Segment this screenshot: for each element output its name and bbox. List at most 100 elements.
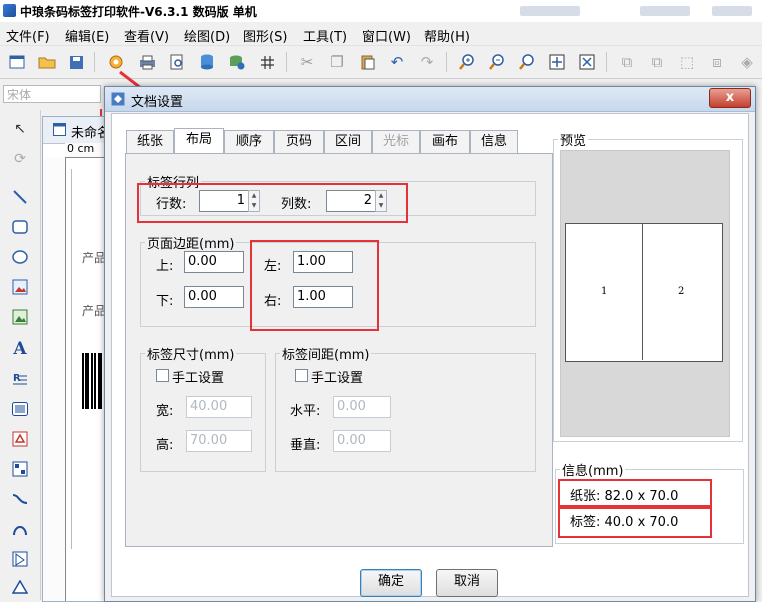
lock-icon[interactable]: ⧈ bbox=[706, 51, 728, 73]
dialog-title: 文档设置 bbox=[131, 95, 184, 110]
print-preview-icon[interactable] bbox=[166, 51, 188, 73]
top-margin-label: 上: bbox=[156, 259, 174, 274]
multiline-text-icon[interactable]: R bbox=[9, 368, 31, 390]
paste-icon[interactable] bbox=[356, 51, 378, 73]
app-icon bbox=[3, 4, 16, 17]
preview-divider bbox=[642, 223, 643, 360]
ellipse-tool-icon[interactable] bbox=[9, 246, 31, 268]
triangle-tool-icon[interactable] bbox=[9, 576, 31, 598]
menu-draw[interactable]: 绘图(D) bbox=[184, 26, 230, 45]
text-tool-icon[interactable]: A bbox=[9, 338, 31, 360]
tab-order[interactable]: 顺序 bbox=[224, 130, 274, 153]
menu-edit[interactable]: 编辑(E) bbox=[65, 26, 109, 45]
undo-icon[interactable]: ↶ bbox=[386, 51, 408, 73]
save-icon[interactable] bbox=[65, 51, 87, 73]
label-size-manual-label: 手工设置 bbox=[172, 371, 225, 386]
canvas-text-product[interactable]: 产品 bbox=[82, 249, 106, 266]
matrix-code-icon[interactable] bbox=[9, 458, 31, 480]
preview-page: 1 2 bbox=[565, 223, 723, 362]
tab-layout[interactable]: 布局 bbox=[174, 128, 224, 153]
zoom-icon[interactable] bbox=[516, 51, 538, 73]
canvas-text-product[interactable]: 产品 bbox=[82, 302, 106, 319]
menu-window[interactable]: 窗口(W) bbox=[362, 26, 411, 45]
grid-icon[interactable] bbox=[256, 51, 278, 73]
new-window-icon[interactable] bbox=[6, 51, 28, 73]
zoom-in-icon[interactable] bbox=[456, 51, 478, 73]
top-margin-input[interactable]: 0.00 bbox=[184, 251, 244, 273]
picture-tool-icon[interactable] bbox=[9, 306, 31, 328]
tab-cursor[interactable]: 光标 bbox=[372, 130, 420, 153]
ok-button[interactable]: 确定 bbox=[360, 569, 422, 597]
rectangle-tool-icon[interactable] bbox=[9, 216, 31, 238]
preview-cell-1: 1 bbox=[601, 286, 608, 297]
dialog-title-bar[interactable]: 文档设置 x bbox=[105, 87, 755, 112]
redo-icon[interactable]: ↷ bbox=[416, 51, 438, 73]
svg-text:R: R bbox=[13, 373, 21, 384]
eye-icon[interactable]: ◈ bbox=[736, 51, 758, 73]
highlight-rows-cols bbox=[137, 183, 408, 223]
database-icon[interactable] bbox=[196, 51, 218, 73]
fit-page-icon[interactable] bbox=[546, 51, 568, 73]
vertical-gap-label: 垂直: bbox=[290, 438, 321, 453]
dialog-icon bbox=[111, 92, 125, 106]
cancel-button[interactable]: 取消 bbox=[436, 569, 498, 597]
polygon-tool-icon[interactable] bbox=[9, 548, 31, 570]
database-connect-icon[interactable] bbox=[226, 51, 248, 73]
arc-tool-icon[interactable] bbox=[9, 518, 31, 540]
barcode-tool-icon[interactable] bbox=[9, 398, 31, 420]
label-height-input[interactable]: 70.00 bbox=[186, 430, 252, 452]
align-top-icon[interactable]: ⧉ bbox=[646, 51, 668, 73]
blurred-region bbox=[520, 6, 580, 16]
bottom-margin-input[interactable]: 0.00 bbox=[184, 286, 244, 308]
qrcode-tool-icon[interactable] bbox=[9, 428, 31, 450]
label-width-label: 宽: bbox=[156, 404, 174, 419]
tab-paper[interactable]: 纸张 bbox=[126, 130, 174, 153]
blurred-region bbox=[712, 6, 752, 16]
menu-help[interactable]: 帮助(H) bbox=[424, 26, 470, 45]
menu-bar: 文件(F) 编辑(E) 查看(V) 绘图(D) 图形(S) 工具(T) 窗口(W… bbox=[0, 22, 762, 46]
menu-tools[interactable]: 工具(T) bbox=[303, 26, 347, 45]
info-legend: 信息(mm) bbox=[562, 464, 624, 479]
select-arrow-icon[interactable]: ↖ bbox=[9, 118, 31, 140]
app-title-bar: 中琅条码标签打印软件-V6.3.1 数码版 单机 bbox=[0, 0, 762, 23]
tab-range[interactable]: 区间 bbox=[324, 130, 372, 153]
vertical-ruler bbox=[43, 157, 66, 601]
rotate-icon[interactable]: ⟳ bbox=[9, 148, 31, 170]
line-tool-icon[interactable] bbox=[9, 186, 31, 208]
label-size-legend: 标签尺寸(mm) bbox=[147, 348, 235, 363]
label-size-manual-checkbox[interactable] bbox=[156, 369, 169, 382]
label-width-input[interactable]: 40.00 bbox=[186, 396, 252, 418]
group-icon[interactable]: ⬚ bbox=[676, 51, 698, 73]
cut-icon[interactable]: ✂ bbox=[296, 51, 318, 73]
document-icon bbox=[53, 123, 66, 136]
vertical-gap-input[interactable]: 0.00 bbox=[333, 430, 391, 452]
label-height-label: 高: bbox=[156, 438, 174, 453]
font-family-select[interactable]: 宋体 bbox=[3, 85, 101, 103]
horizontal-gap-input[interactable]: 0.00 bbox=[333, 396, 391, 418]
open-folder-icon[interactable] bbox=[36, 51, 58, 73]
align-left-icon[interactable]: ⧉ bbox=[616, 51, 638, 73]
bottom-margin-label: 下: bbox=[156, 294, 174, 309]
ruler-label: 0 cm bbox=[67, 142, 95, 155]
tab-page-number[interactable]: 页码 bbox=[274, 130, 324, 153]
drawing-tools: ↖ ⟳ A R bbox=[0, 110, 41, 600]
label-gap-manual-label: 手工设置 bbox=[311, 371, 364, 386]
menu-view[interactable]: 查看(V) bbox=[124, 26, 169, 45]
margins-legend: 页面边距(mm) bbox=[147, 237, 235, 252]
menu-file[interactable]: 文件(F) bbox=[6, 26, 50, 45]
document-tab[interactable]: 未命名 bbox=[43, 117, 113, 144]
highlight-label-size bbox=[558, 505, 712, 538]
curve-tool-icon[interactable] bbox=[9, 488, 31, 510]
copy-icon[interactable]: ❐ bbox=[326, 51, 348, 73]
close-button[interactable]: x bbox=[709, 88, 751, 108]
blurred-region bbox=[640, 6, 690, 16]
tab-info[interactable]: 信息 bbox=[470, 130, 518, 153]
tab-canvas[interactable]: 画布 bbox=[420, 130, 470, 153]
image-tool-icon[interactable] bbox=[9, 276, 31, 298]
label-gap-manual-checkbox[interactable] bbox=[295, 369, 308, 382]
actual-size-icon[interactable] bbox=[576, 51, 598, 73]
zoom-out-icon[interactable] bbox=[486, 51, 508, 73]
menu-shape[interactable]: 图形(S) bbox=[243, 26, 287, 45]
preview-legend: 预览 bbox=[560, 134, 587, 149]
highlight-left-right-margins bbox=[250, 240, 379, 331]
